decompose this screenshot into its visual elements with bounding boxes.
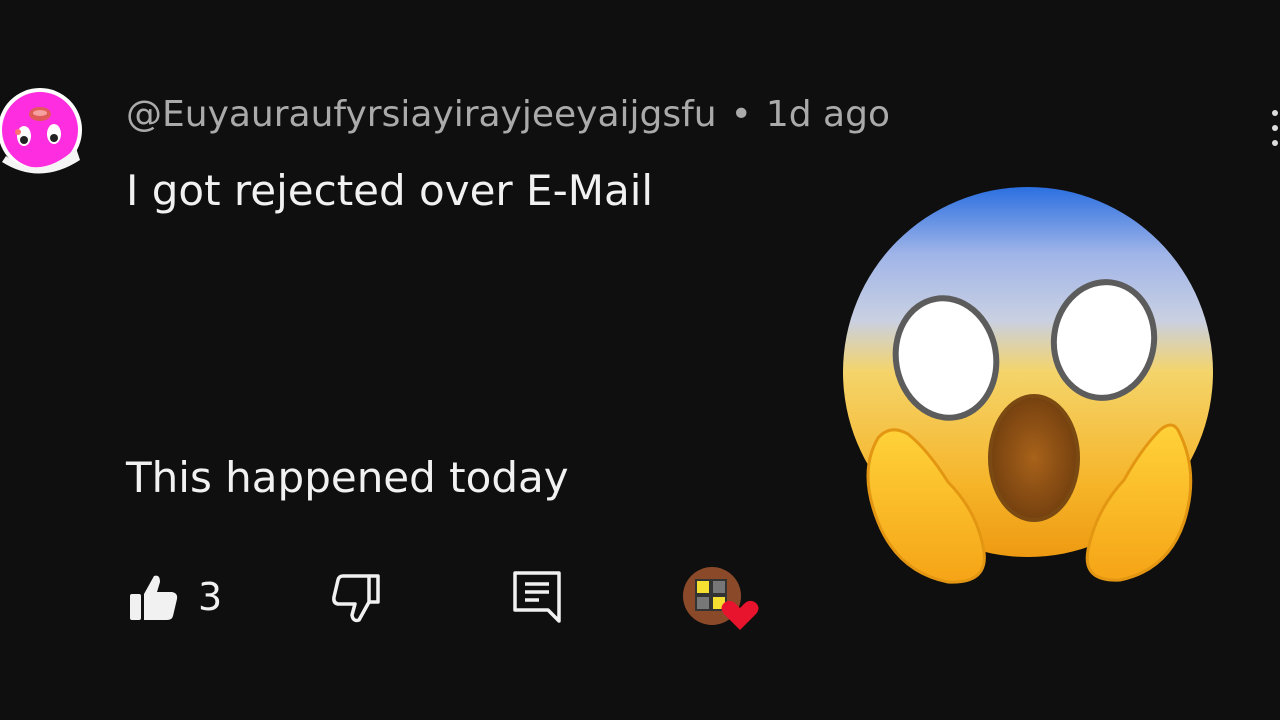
- comment-text-line: This happened today: [126, 453, 569, 502]
- comment-author[interactable]: @Euyauraufyrsiayirayjeeyaijgsfu: [126, 94, 717, 135]
- face-screaming-in-fear-emoji: [843, 187, 1213, 584]
- meta-separator: •: [730, 94, 752, 135]
- comment-header: @Euyauraufyrsiayirayjeeyaijgsfu • 1d ago: [126, 94, 890, 135]
- more-vertical-icon[interactable]: [1272, 110, 1280, 154]
- thumbs-up-icon[interactable]: [128, 572, 180, 624]
- creator-heart-badge[interactable]: [682, 566, 762, 636]
- like-count: 3: [198, 575, 223, 619]
- reply-icon[interactable]: [512, 570, 562, 624]
- comment-timestamp[interactable]: 1d ago: [766, 94, 890, 135]
- thumbs-down-icon[interactable]: [330, 572, 382, 624]
- comment-text-line: I got rejected over E-Mail: [126, 166, 654, 215]
- avatar[interactable]: [0, 86, 84, 174]
